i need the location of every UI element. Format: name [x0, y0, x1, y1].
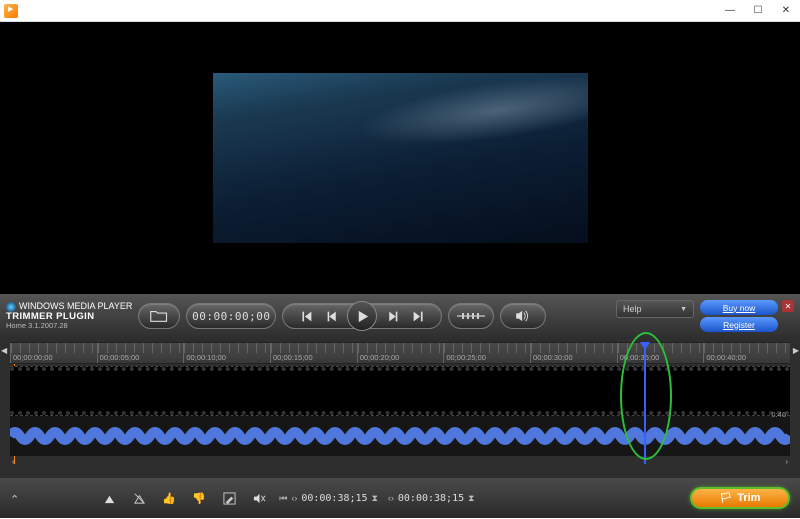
trim-button[interactable]: 🏳 Trim [690, 487, 790, 509]
bottom-toolbar: ⌄ 👍 👎 ⏮ ‹› 00:00:38;15 ⧗ ‹› 00:00:38;15 … [0, 478, 800, 518]
timeline-scrollbar[interactable]: ‹› [10, 456, 790, 468]
trim-out-group: ‹› 00:00:38;15 ⧗ [388, 493, 475, 504]
brand-block: WINDOWS MEDIA PLAYER TRIMMER PLUGIN Home… [6, 302, 132, 331]
panel-close-button[interactable]: ✕ [782, 300, 794, 312]
window-close-button[interactable]: ✕ [772, 1, 800, 21]
volume-button[interactable] [500, 303, 546, 329]
skip-start-button[interactable] [295, 305, 317, 327]
window-maximize-button[interactable]: ☐ [744, 1, 772, 21]
trim-out-time: 00:00:38;15 [398, 493, 464, 504]
audio-track[interactable] [10, 416, 790, 456]
ruler-tick: 00;00:35;00 [617, 343, 704, 363]
playhead[interactable] [644, 342, 646, 464]
ruler-scroll-left[interactable]: ◀ [1, 346, 7, 355]
time-ruler[interactable]: 00;00:00;00 00;00:05;00 00;00:10;00 00;0… [10, 342, 790, 364]
app-icon [4, 4, 18, 18]
ruler-tick: 00;00:00;00 [10, 343, 97, 363]
video-viewport [0, 22, 800, 294]
mute-button[interactable] [249, 489, 269, 507]
chevron-down-icon: ▼ [680, 306, 687, 313]
waveform [10, 425, 790, 447]
help-dropdown[interactable]: Help ▼ [616, 300, 694, 318]
time-display: 00:00:00;00 [186, 303, 276, 329]
trim-button-label: Trim [737, 492, 760, 504]
ruler-tick: 00;00:10;00 [183, 343, 270, 363]
brand-version: Home 3.1.2007.28 [6, 322, 132, 330]
hourglass-icon: ⧗ [468, 493, 474, 504]
edit-button[interactable] [219, 489, 239, 507]
step-icon[interactable]: ‹› [291, 493, 297, 503]
ruler-tick: 00;00:40;00 [703, 343, 790, 363]
control-bar: WINDOWS MEDIA PLAYER TRIMMER PLUGIN Home… [0, 294, 800, 338]
trim-in-group: ⏮ ‹› 00:00:38;15 ⧗ [279, 493, 378, 504]
mark-out-button[interactable] [129, 489, 149, 507]
timeline-panel: ◀ ▶ 00;00:00;00 00;00:05;00 00;00:10;00 … [0, 338, 800, 478]
trim-in-icon: ⏮ [279, 493, 287, 504]
ruler-tick: 00;00:05;00 [97, 343, 184, 363]
skip-end-button[interactable] [407, 305, 429, 327]
folder-icon [150, 309, 168, 323]
step-back-button[interactable] [321, 305, 343, 327]
film-strip-icon [10, 367, 790, 415]
collapse-toggle[interactable]: ⌄ [10, 492, 19, 505]
step-icon[interactable]: ‹› [388, 493, 394, 503]
ruler-tick: 00;00:30;00 [530, 343, 617, 363]
hourglass-icon: ⧗ [372, 493, 378, 504]
open-file-button[interactable] [138, 303, 180, 329]
ruler-tick: 00;00:20;00 [357, 343, 444, 363]
zoom-slider-button[interactable] [448, 303, 494, 329]
scroll-right-icon[interactable]: › [786, 459, 788, 466]
ruler-tick: 00;00:15;00 [270, 343, 357, 363]
buy-now-button[interactable]: Buy now [700, 300, 778, 315]
transport-controls [282, 303, 442, 329]
window-minimize-button[interactable]: — [716, 1, 744, 21]
play-button[interactable] [347, 301, 377, 331]
step-forward-button[interactable] [381, 305, 403, 327]
video-track[interactable] [10, 366, 790, 416]
ruler-scroll-right[interactable]: ▶ [793, 346, 799, 355]
ruler-tick: 00;00:25;00 [443, 343, 530, 363]
register-button[interactable]: Register [700, 317, 778, 332]
flag-icon: 🏳 [720, 493, 733, 504]
clip-duration-label: 0:46 [771, 410, 786, 419]
video-frame [213, 73, 588, 243]
mark-in-button[interactable] [99, 489, 119, 507]
thumbs-up-button[interactable]: 👍 [159, 489, 179, 507]
help-label: Help [623, 304, 642, 314]
trim-in-time: 00:00:38;15 [301, 493, 367, 504]
thumbs-down-button[interactable]: 👎 [189, 489, 209, 507]
